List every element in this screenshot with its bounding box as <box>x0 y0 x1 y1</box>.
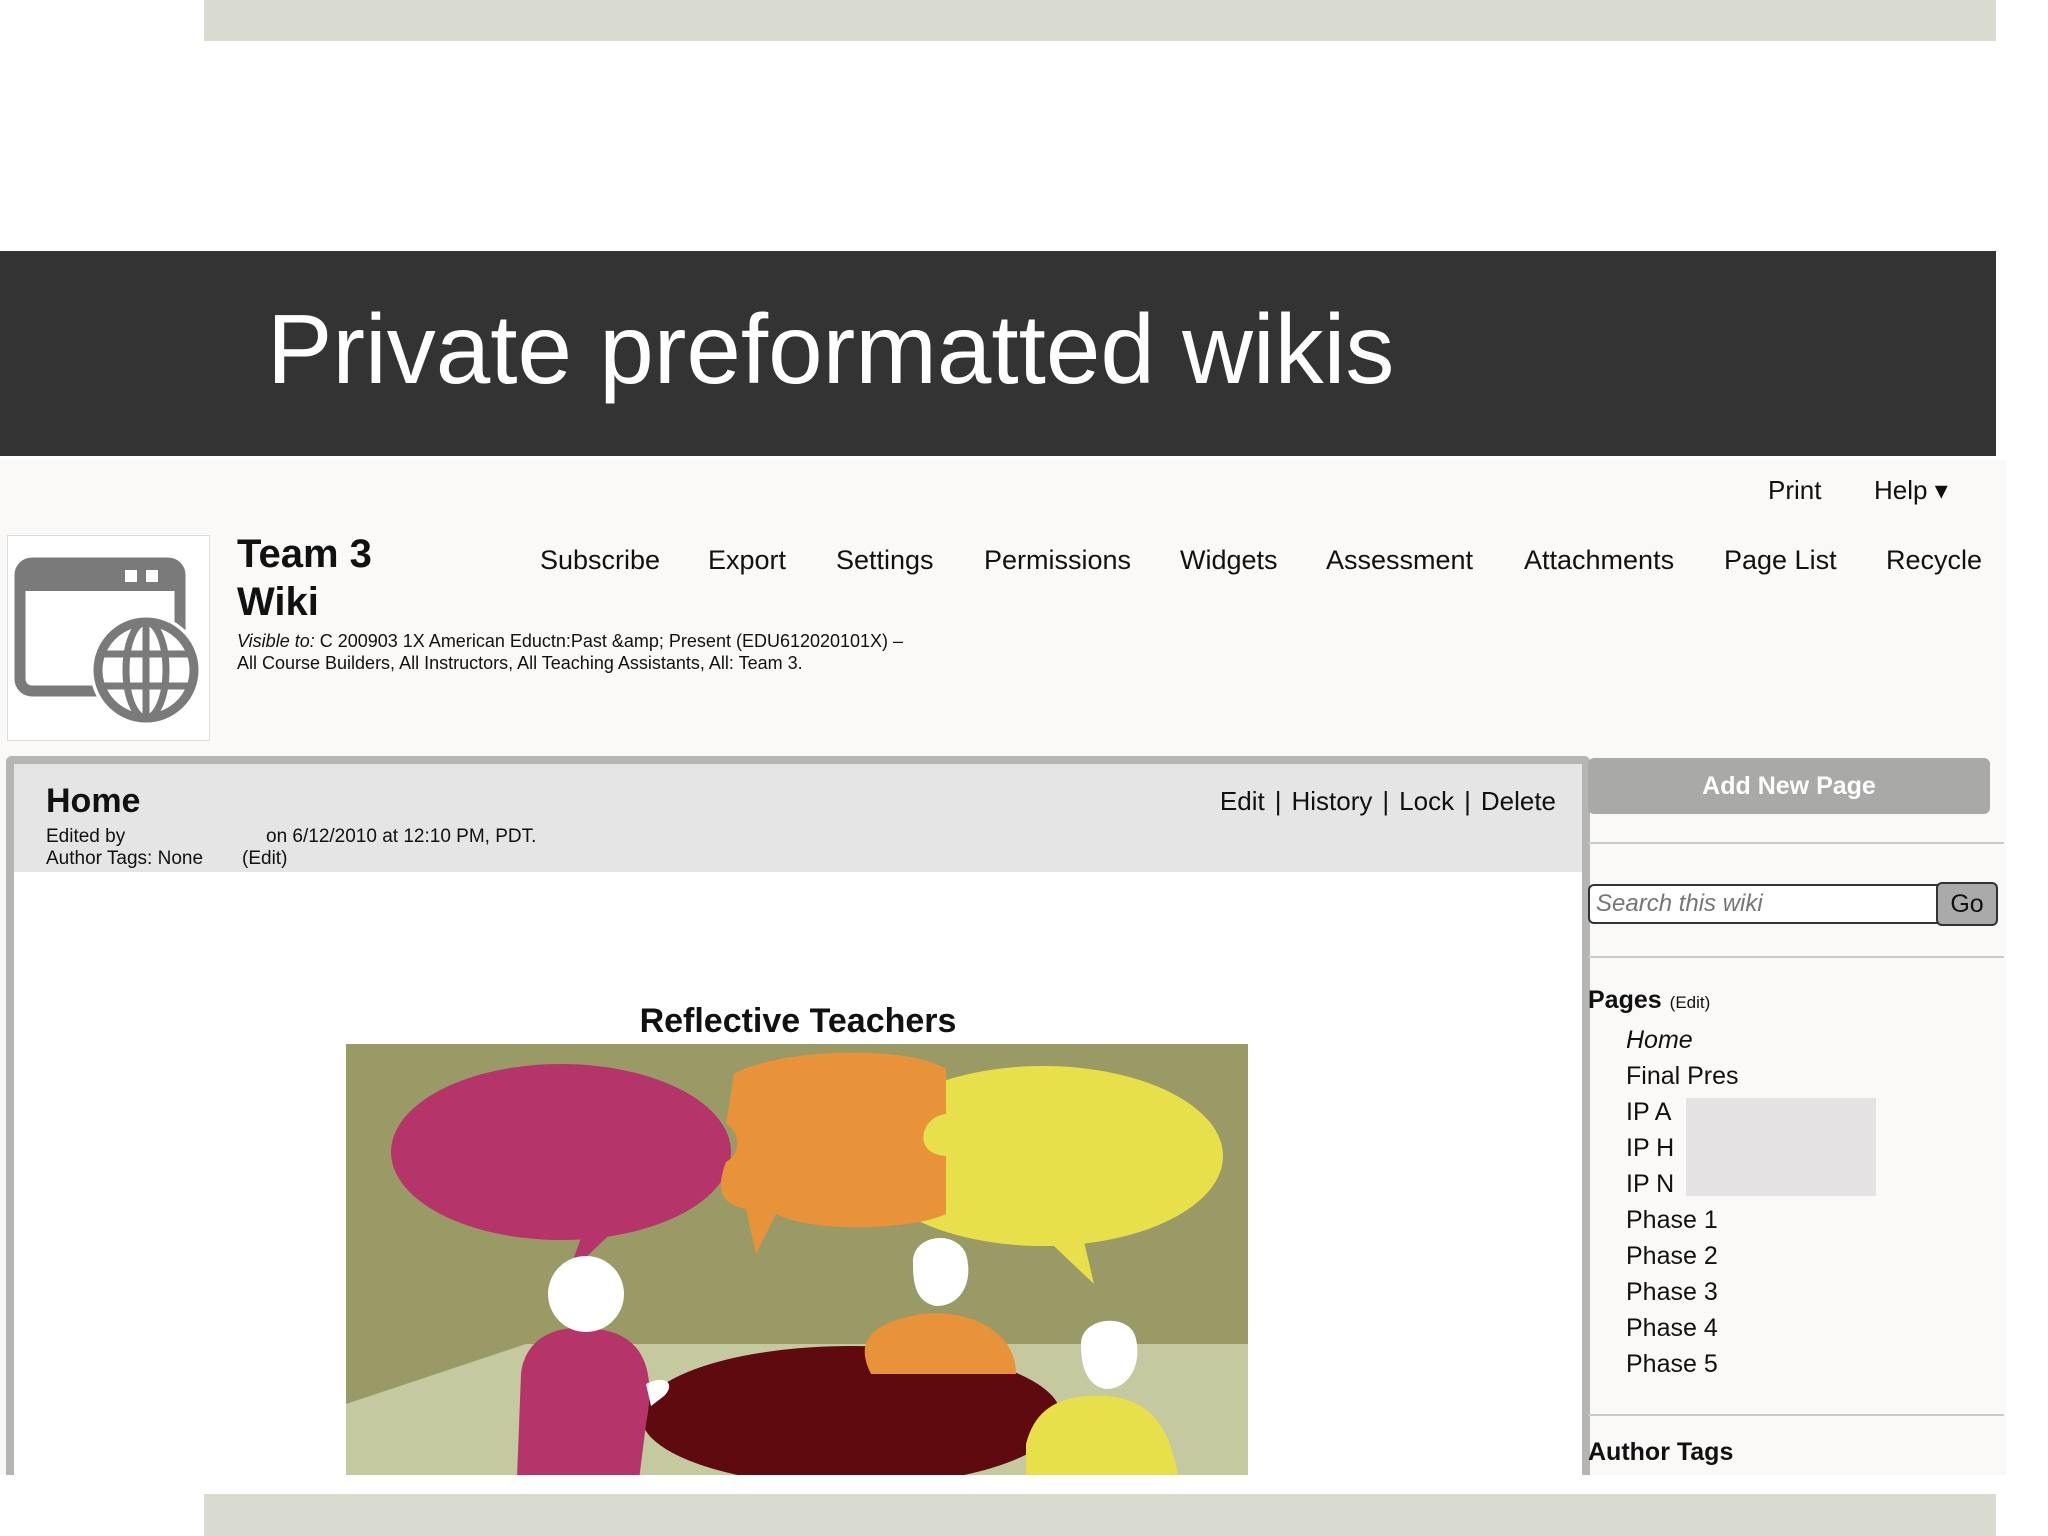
page-link-phase-1[interactable]: Phase 1 <box>1626 1206 1718 1235</box>
top-decor-band <box>204 0 1996 41</box>
bottom-decor-band <box>204 1494 1996 1536</box>
divider <box>1588 842 2004 844</box>
visible-label: Visible to: <box>237 631 315 651</box>
redaction-box <box>1686 1098 1876 1196</box>
author-tags-edit-link[interactable]: (Edit) <box>242 848 287 870</box>
search-input[interactable] <box>1588 884 1944 924</box>
delete-link[interactable]: Delete <box>1481 786 1556 816</box>
nav-export[interactable]: Export <box>708 545 786 576</box>
author-tags-heading: Author Tags <box>1588 1438 1734 1466</box>
go-button[interactable]: Go <box>1936 882 1998 926</box>
add-new-page-button[interactable]: Add New Page <box>1588 758 1990 814</box>
wiki-globe-icon <box>14 557 202 726</box>
page-link-phase-4[interactable]: Phase 4 <box>1626 1314 1718 1343</box>
nav-settings[interactable]: Settings <box>836 545 934 576</box>
page-link-phase-3[interactable]: Phase 3 <box>1626 1278 1718 1307</box>
page-link-phase-2[interactable]: Phase 2 <box>1626 1242 1718 1271</box>
wiki-name-line1: Team 3 <box>237 532 372 576</box>
page-link-ip-n[interactable]: IP N <box>1626 1170 1674 1199</box>
pages-edit-link[interactable]: (Edit) <box>1670 993 1711 1012</box>
reflective-teachers-illustration <box>346 1044 1248 1475</box>
wiki-screenshot: Print Help ▾ Team 3 Wiki Subscribe Expor… <box>0 460 2006 1475</box>
nav-subscribe[interactable]: Subscribe <box>540 545 660 576</box>
author-tags-info: Author Tags: None <box>46 848 204 869</box>
page-link-final-pres[interactable]: Final Pres <box>1626 1062 1739 1091</box>
page-header: Home Edited by on 6/12/2010 at 12:10 PM,… <box>14 764 1582 872</box>
page-actions: Edit | History | Lock | Delete <box>1220 786 1556 817</box>
separator: | <box>1382 786 1390 816</box>
person-left-head <box>548 1256 624 1332</box>
edited-on: on 6/12/2010 at 12:10 PM, PDT. <box>266 826 537 847</box>
page-title: Home <box>46 782 141 820</box>
table-leg <box>801 1444 901 1475</box>
visible-line1: C 200903 1X American Eductn:Past &amp; P… <box>314 631 904 651</box>
nav-permissions[interactable]: Permissions <box>984 545 1131 576</box>
page-link-phase-5[interactable]: Phase 5 <box>1626 1350 1718 1379</box>
nav-page-list[interactable]: Page List <box>1724 545 1837 576</box>
page-link-home[interactable]: Home <box>1626 1026 1693 1055</box>
page-link-ip-a[interactable]: IP A <box>1626 1098 1671 1127</box>
nav-assessment[interactable]: Assessment <box>1326 545 1473 576</box>
history-link[interactable]: History <box>1291 786 1372 816</box>
visibility-info: Visible to: C 200903 1X American Eductn:… <box>237 630 903 674</box>
divider <box>1588 956 2004 958</box>
page-panel: Home Edited by on 6/12/2010 at 12:10 PM,… <box>6 756 1590 1475</box>
visible-line2: All Course Builders, All Instructors, Al… <box>237 653 803 673</box>
divider <box>1588 1414 2004 1416</box>
pages-heading-label: Pages <box>1588 986 1662 1014</box>
wiki-name: Team 3 Wiki <box>237 530 372 626</box>
separator: | <box>1464 786 1471 816</box>
help-menu[interactable]: Help ▾ <box>1874 475 1948 506</box>
edit-link[interactable]: Edit <box>1220 786 1265 816</box>
nav-widgets[interactable]: Widgets <box>1180 545 1278 576</box>
pages-heading: Pages (Edit) <box>1588 986 1710 1015</box>
article-title: Reflective Teachers <box>639 1002 957 1040</box>
lock-link[interactable]: Lock <box>1399 786 1454 816</box>
edited-by-label: Edited by <box>46 826 126 847</box>
person-left-body <box>517 1327 650 1475</box>
wiki-name-line2: Wiki <box>237 580 319 624</box>
separator: | <box>1274 786 1282 816</box>
wiki-logo <box>7 535 210 741</box>
print-link[interactable]: Print <box>1768 475 1821 506</box>
bubble-magenta <box>391 1064 731 1240</box>
page-link-ip-h[interactable]: IP H <box>1626 1134 1674 1163</box>
nav-attachments[interactable]: Attachments <box>1524 545 1674 576</box>
nav-recycle[interactable]: Recycle <box>1886 545 1982 576</box>
slide-title: Private preformatted wikis <box>267 294 1395 404</box>
